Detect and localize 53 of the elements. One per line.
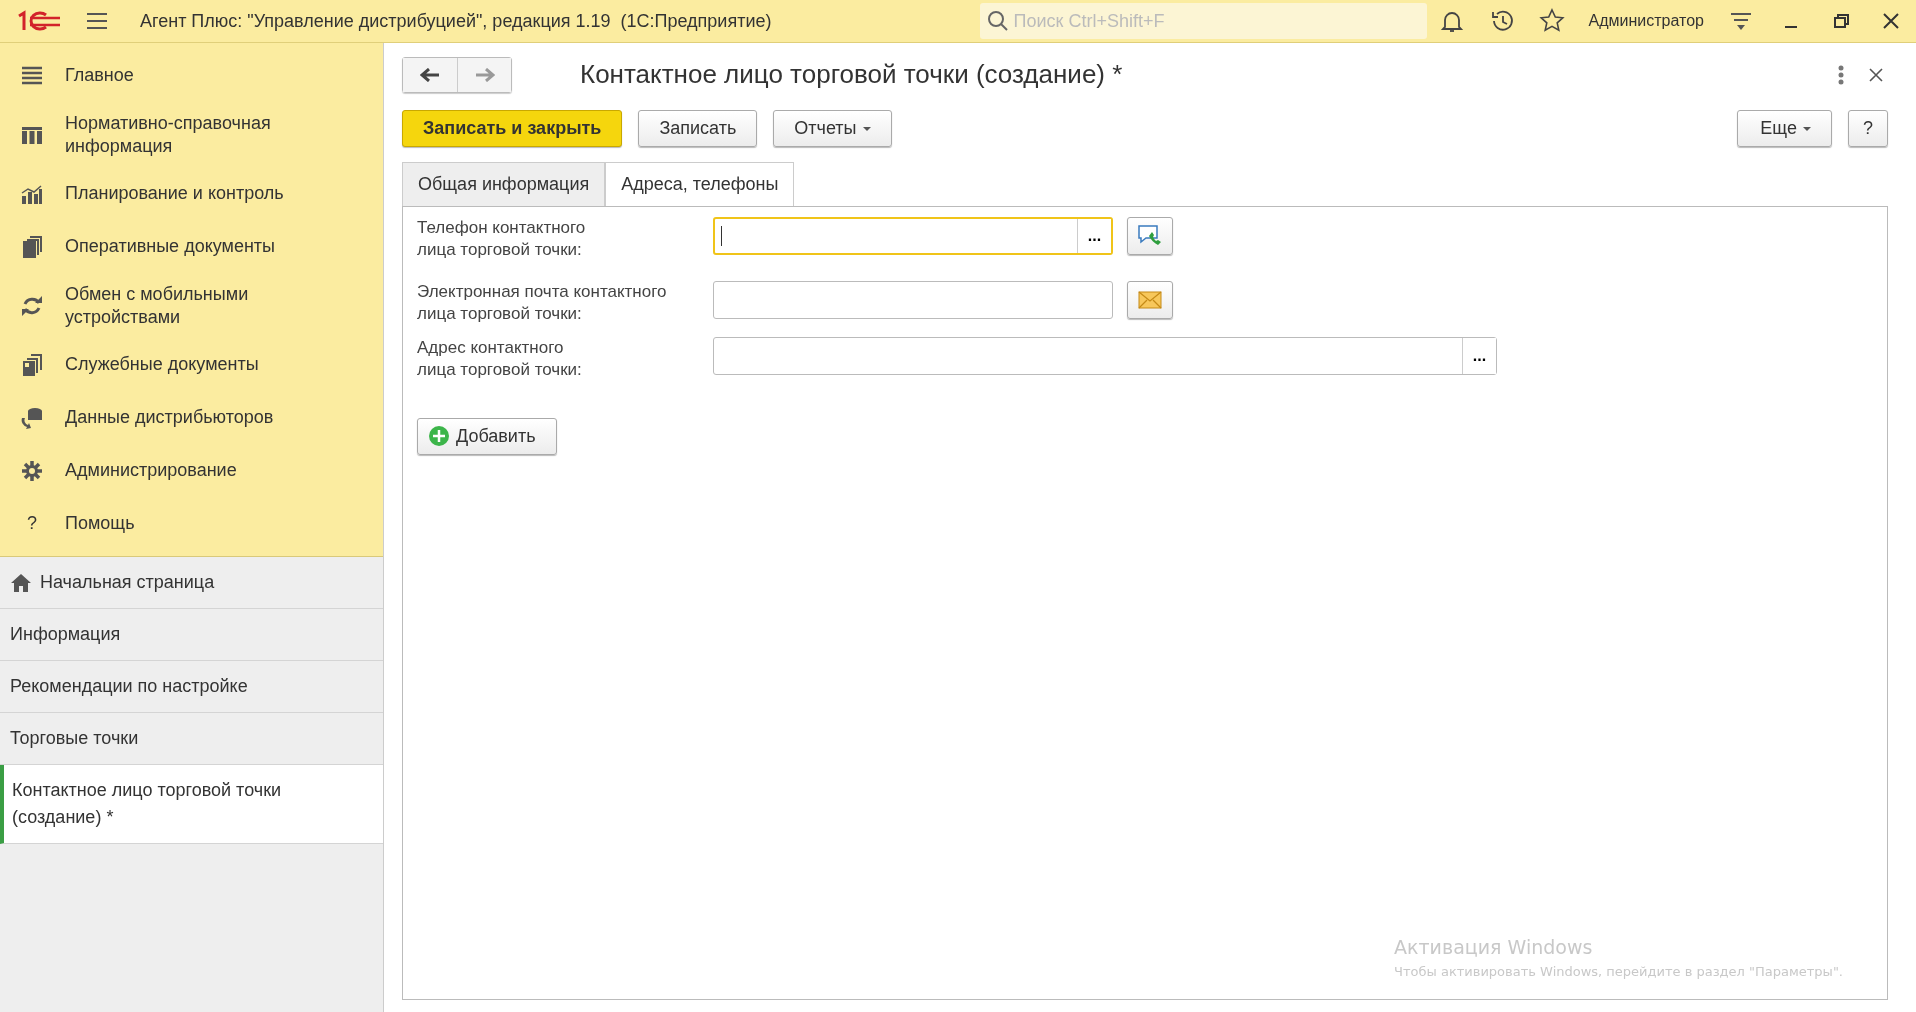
home-icon <box>10 571 32 594</box>
add-button[interactable]: Добавить <box>417 417 557 455</box>
section-link[interactable]: Планирование и контроль <box>65 182 284 205</box>
section-link[interactable]: Обмен с мобильными устройствами <box>65 283 325 328</box>
section-link[interactable]: Главное <box>65 64 134 87</box>
open-window-item[interactable]: Информация <box>0 609 383 661</box>
field-label: Телефон контактного лица торговой точки: <box>417 217 587 262</box>
section-link[interactable]: Оперативные документы <box>65 235 276 258</box>
star-icon[interactable] <box>1538 8 1565 34</box>
email-button[interactable] <box>1127 281 1173 320</box>
section-link[interactable]: Помощь <box>65 512 135 535</box>
window-title: Агент Плюс: "Управление дистрибуцией", редакция 1.19 (1С:Предприятие) <box>140 9 772 33</box>
save-button[interactable]: Записать <box>638 110 758 147</box>
gear-icon <box>20 458 44 483</box>
database-sync-icon <box>20 405 44 430</box>
documents-icon <box>20 352 44 377</box>
input-field[interactable] <box>713 281 1113 320</box>
tab[interactable]: Общая информация <box>402 162 606 206</box>
more-button[interactable]: Еще <box>1737 110 1832 147</box>
arrow-right-icon <box>474 67 495 82</box>
section-link[interactable]: Данные дистрибьюторов <box>65 406 274 429</box>
tab[interactable]: Адреса, телефоны <box>605 162 795 207</box>
select-button[interactable]: ... <box>1077 219 1111 253</box>
call-button[interactable] <box>1127 217 1173 255</box>
field-label: Электронная почта контактного лица торговой точки: <box>417 281 668 326</box>
more-options-icon[interactable] <box>1838 64 1844 85</box>
text-cursor <box>721 226 722 246</box>
section-link[interactable]: Администрирование <box>65 459 237 482</box>
section-link[interactable]: Нормативно-справочная информация <box>65 112 325 157</box>
save-and-close-button[interactable]: Записать и закрыть <box>402 110 623 147</box>
search-icon <box>985 9 1010 33</box>
reports-button[interactable]: Отчеты <box>773 110 892 147</box>
open-window-item[interactable]: Рекомендации по настройке <box>0 661 383 713</box>
section-link[interactable]: Служебные документы <box>65 353 259 376</box>
chat-phone-icon <box>1137 224 1163 248</box>
form-title: Контактное лицо торговой точки (создание) * <box>580 58 1123 91</box>
help-button[interactable]: ? <box>1848 110 1888 147</box>
help-icon: ? <box>20 510 44 537</box>
search-field[interactable]: Поиск Ctrl+Shift+F <box>979 3 1427 39</box>
back-button[interactable] <box>403 57 457 92</box>
envelope-icon <box>1138 291 1162 310</box>
open-window-item[interactable]: Начальная страница <box>0 557 383 609</box>
input-field[interactable]: ... <box>713 217 1113 255</box>
app-logo <box>16 10 62 32</box>
user-name[interactable]: Администратор <box>1588 9 1704 33</box>
open-window-item[interactable]: Контактное лицо торговой точки (создание) * <box>0 765 383 844</box>
close-icon[interactable] <box>1868 66 1884 83</box>
select-button[interactable]: ... <box>1462 338 1496 375</box>
arrow-left-icon <box>420 67 440 82</box>
documents-icon <box>20 234 44 259</box>
field-label: Адрес контактного лица торговой точки: <box>417 337 583 382</box>
input-field[interactable]: ... <box>713 337 1497 376</box>
plus-circle-icon <box>428 425 450 448</box>
